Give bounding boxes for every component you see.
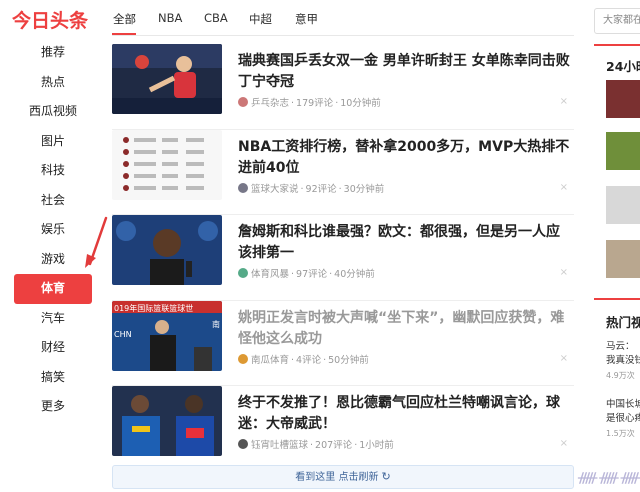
dislike-close-icon[interactable]: ×: [560, 438, 568, 449]
dislike-close-icon[interactable]: ×: [560, 267, 568, 278]
thumb-chn-text: CHN: [114, 330, 132, 339]
hot-video-subtitle[interactable]: 是很心疼: [606, 410, 640, 424]
red-arrow-annotation: [85, 216, 108, 268]
dislike-close-icon[interactable]: ×: [560, 96, 568, 107]
nav-item-entertainment[interactable]: 娱乐: [14, 215, 92, 245]
news-thumbnail[interactable]: [112, 44, 222, 114]
nav-item-auto[interactable]: 汽车: [14, 304, 92, 334]
tab-serie-a[interactable]: 意甲: [295, 11, 318, 27]
tab-csl[interactable]: 中超: [249, 11, 272, 27]
hot-video-title[interactable]: 中国长城: [606, 396, 640, 410]
news-comments[interactable]: 179评论: [296, 98, 333, 109]
news-thumbnail[interactable]: [112, 215, 222, 285]
refresh-label[interactable]: 看到这里 点击刷新: [295, 472, 378, 483]
watermark: ᚏᚏᚏᚏ: [578, 470, 640, 486]
news-comments[interactable]: 4评论: [296, 355, 321, 366]
trending-thumb[interactable]: [606, 186, 640, 224]
news-comments[interactable]: 207评论: [315, 440, 352, 451]
dislike-close-icon[interactable]: ×: [560, 353, 568, 364]
thumb-side-text: 南: [212, 319, 220, 329]
section-hot-video-title: 热门视: [606, 315, 640, 330]
news-thumbnail[interactable]: [112, 386, 222, 456]
nav-item-games[interactable]: 游戏: [14, 245, 92, 275]
news-source[interactable]: 乒乓杂志: [251, 98, 289, 109]
news-card[interactable]: NBA工资排行榜，替补拿2000多万，MVP大热排不进前40位 篮球大家说 · 92…: [112, 129, 574, 215]
news-meta: 乒乓杂志 · 179评论 · 10分钟前: [238, 95, 381, 109]
refresh-bar[interactable]: 看到这里 点击刷新 ↻: [112, 465, 574, 489]
trending-thumb[interactable]: [606, 240, 640, 278]
left-nav: 推荐 热点 西瓜视频 图片 科技 社会 娱乐 游戏 体育 汽车 财经 搞笑 更多: [14, 38, 92, 422]
tab-active-underline: [112, 33, 136, 35]
news-card[interactable]: 终于不发推了！恩比德霸气回应杜兰特嘲讽言论，球迷：大帝威武！ 钰宵吐槽篮球 · 20…: [112, 386, 574, 472]
news-comments[interactable]: 97评论: [296, 269, 327, 280]
section-24h-title: 24小时: [606, 59, 640, 74]
hot-video-subtitle[interactable]: 我真没钱: [606, 352, 640, 366]
page: 今日头条 推荐 热点 西瓜视频 图片 科技 社会 娱乐 游戏 体育 汽车 财经 …: [0, 0, 640, 492]
news-time: 30分钟前: [343, 183, 385, 195]
dislike-close-icon[interactable]: ×: [560, 182, 568, 193]
search-input[interactable]: 大家都在: [594, 8, 640, 34]
section-divider: [594, 44, 640, 46]
tab-nba[interactable]: NBA: [158, 11, 182, 25]
news-source[interactable]: 篮球大家说: [251, 184, 299, 195]
trending-thumb[interactable]: [606, 80, 640, 118]
nav-item-finance[interactable]: 财经: [14, 333, 92, 363]
news-meta: 钰宵吐槽篮球 · 207评论 · 1小时前: [238, 437, 394, 451]
nav-item-more[interactable]: 更多: [14, 392, 92, 422]
news-time: 50分钟前: [328, 354, 369, 366]
nav-item-recommend[interactable]: 推荐: [14, 38, 92, 68]
source-avatar: [238, 439, 248, 449]
news-title[interactable]: 瑞典赛国乒丢女双一金 男单许昕封王 女单陈幸同击败丁宁夺冠: [238, 51, 572, 93]
news-feed: 瑞典赛国乒丢女双一金 男单许昕封王 女单陈幸同击败丁宁夺冠 乒乓杂志 · 179评论…: [112, 44, 574, 472]
news-thumbnail[interactable]: [112, 129, 222, 200]
news-comments[interactable]: 92评论: [306, 184, 337, 195]
nav-item-funny[interactable]: 搞笑: [14, 363, 92, 393]
news-time: 40分钟前: [334, 269, 375, 280]
tab-cba[interactable]: CBA: [204, 11, 228, 25]
news-time: 10分钟前: [340, 98, 381, 109]
right-sidebar: 大家都在 24小时 热门视 马云： 我真没钱 4.9万次 中国长城 是很心疼 1…: [592, 0, 640, 492]
news-card[interactable]: 019年国际篮联篮球世 南 CHN 姚明正发言时被大声喊“坐下来”，幽默回应获赞…: [112, 300, 574, 386]
trending-thumb[interactable]: [606, 132, 640, 170]
refresh-icon[interactable]: ↻: [381, 470, 390, 483]
toutiao-logo[interactable]: 今日头条: [12, 6, 88, 33]
nav-item-images[interactable]: 图片: [14, 127, 92, 157]
nav-item-tech[interactable]: 科技: [14, 156, 92, 186]
news-meta: 体育风暴 · 97评论 · 40分钟前: [238, 266, 375, 280]
news-time: 1小时前: [359, 440, 394, 451]
news-source[interactable]: 钰宵吐槽篮球: [251, 440, 308, 451]
category-tabs: 全部 NBA CBA 中超 意甲: [112, 0, 574, 36]
news-card[interactable]: 瑞典赛国乒丢女双一金 男单许昕封王 女单陈幸同击败丁宁夺冠 乒乓杂志 · 179评论…: [112, 44, 574, 130]
news-source[interactable]: 体育风暴: [251, 269, 289, 280]
news-source[interactable]: 南瓜体育: [251, 355, 289, 366]
news-title[interactable]: 终于不发推了！恩比德霸气回应杜兰特嘲讽言论，球迷：大帝威武！: [238, 393, 572, 435]
news-meta: 南瓜体育 · 4评论 · 50分钟前: [238, 352, 369, 366]
news-title[interactable]: 姚明正发言时被大声喊“坐下来”，幽默回应获赞，难怪他这么成功: [238, 308, 572, 350]
section-divider: [594, 298, 640, 300]
news-title[interactable]: 詹姆斯和科比谁最强？欧文：都很强，但是另一人应该排第一: [238, 222, 572, 264]
thumb-banner-text: 019年国际篮联篮球世: [114, 303, 193, 313]
tab-all[interactable]: 全部: [113, 11, 136, 27]
nav-item-society[interactable]: 社会: [14, 186, 92, 216]
source-avatar: [238, 182, 248, 193]
news-thumbnail[interactable]: 019年国际篮联篮球世 南 CHN: [112, 300, 222, 371]
hot-video-views: 4.9万次: [606, 371, 635, 380]
hot-video-views: 1.5万次: [606, 429, 635, 438]
news-meta: 篮球大家说 · 92评论 · 30分钟前: [238, 181, 384, 195]
source-avatar: [238, 268, 248, 278]
news-card[interactable]: 詹姆斯和科比谁最强？欧文：都很强，但是另一人应该排第一 体育风暴 · 97评论 · 40…: [112, 215, 574, 301]
nav-item-hot[interactable]: 热点: [14, 68, 92, 98]
nav-item-xigua-video[interactable]: 西瓜视频: [14, 97, 92, 127]
news-title[interactable]: NBA工资排行榜，替补拿2000多万，MVP大热排不进前40位: [238, 137, 572, 179]
nav-item-sports[interactable]: 体育: [14, 274, 92, 304]
source-avatar: [238, 353, 248, 364]
hot-video-title[interactable]: 马云：: [606, 338, 635, 352]
source-avatar: [238, 97, 248, 107]
